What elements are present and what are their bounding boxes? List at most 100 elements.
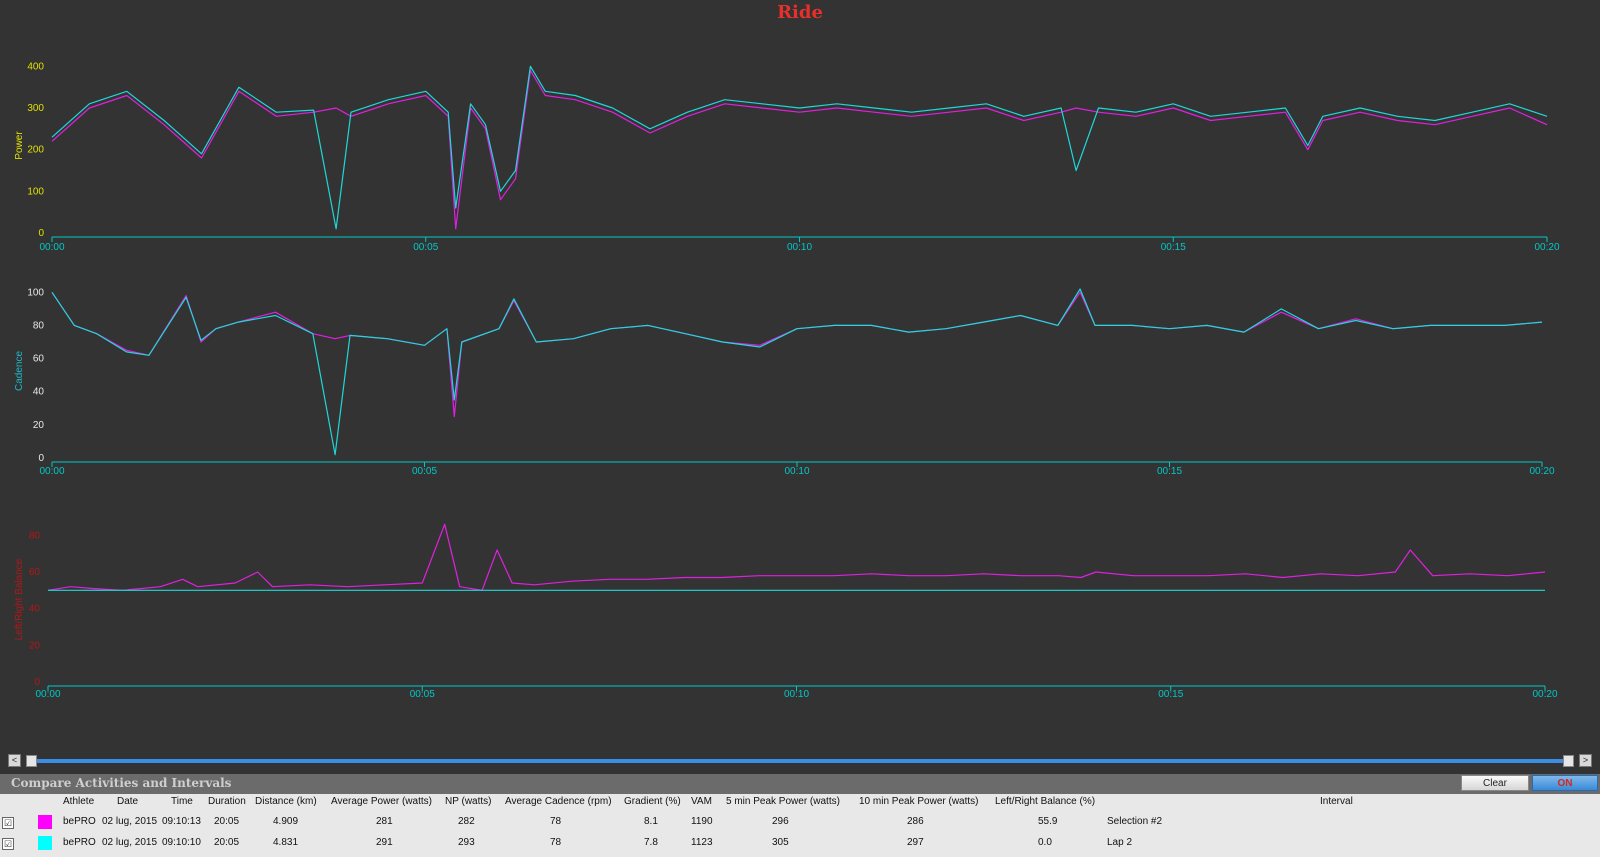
x-tick-label: 00:05 xyxy=(410,689,435,700)
x-tick-label: 00:20 xyxy=(1534,242,1559,253)
y-axis-label: Cadence xyxy=(14,351,25,391)
column-header[interactable]: NP (watts) xyxy=(445,796,492,807)
y-axis-label: Power xyxy=(14,131,25,160)
table-cell: 305 xyxy=(772,837,789,848)
table-cell: 291 xyxy=(376,837,393,848)
x-tick-label: 00:00 xyxy=(39,242,64,253)
y-tick-label: 0 xyxy=(38,228,44,239)
table-cell: 78 xyxy=(550,837,562,848)
scroll-right-button[interactable]: > xyxy=(1579,754,1592,767)
y-tick-label: 20 xyxy=(29,640,41,651)
table-cell: Selection #2 xyxy=(1107,816,1163,827)
x-tick-label: 00:15 xyxy=(1158,689,1183,700)
chart-title: Ride xyxy=(777,2,823,23)
row-checkbox[interactable]: ☑ xyxy=(2,838,14,850)
table-cell: 1190 xyxy=(691,816,713,827)
y-tick-label: 0 xyxy=(38,453,44,464)
x-tick-label: 00:20 xyxy=(1532,689,1557,700)
balance-chart: 00:00 00:05 00:10 00:15 00:20 0 20 40 60 80 Left/R… xyxy=(14,523,1558,700)
series-line-cyan xyxy=(51,288,1543,456)
column-header[interactable]: Date xyxy=(117,796,138,807)
table-cell: bePRO xyxy=(63,837,96,848)
y-tick-label: 0 xyxy=(34,677,40,688)
range-start-handle[interactable] xyxy=(26,755,37,767)
table-cell: 0.0 xyxy=(1038,837,1052,848)
x-tick-label: 00:15 xyxy=(1161,242,1186,253)
table-cell: Lap 2 xyxy=(1107,837,1133,848)
table-cell: 286 xyxy=(907,816,924,827)
column-header[interactable]: 10 min Peak Power (watts) xyxy=(859,796,979,807)
table-cell: 297 xyxy=(907,837,924,848)
range-end-handle[interactable] xyxy=(1563,755,1574,767)
column-header[interactable]: Athlete xyxy=(63,796,94,807)
column-header[interactable]: 5 min Peak Power (watts) xyxy=(726,796,840,807)
y-tick-label: 400 xyxy=(27,61,44,72)
table-cell: 296 xyxy=(772,816,789,827)
y-tick-label: 80 xyxy=(33,320,45,331)
on-toggle-button[interactable]: ON xyxy=(1532,775,1598,791)
y-tick-label: 20 xyxy=(33,420,45,431)
table-cell: 20:05 xyxy=(214,837,240,848)
series-line-magenta xyxy=(47,523,1546,591)
power-chart: 00:00 00:05 00:10 00:15 00:20 0 100 200 300 400 Po… xyxy=(14,61,1560,253)
row-color-swatch[interactable] xyxy=(38,815,52,829)
table-cell: 55.9 xyxy=(1038,816,1058,827)
row-checkbox[interactable]: ☑ xyxy=(2,817,14,829)
table-cell: 09:10:10 xyxy=(162,837,201,848)
x-tick-label: 00:10 xyxy=(787,242,812,253)
column-header[interactable]: Interval xyxy=(1320,796,1353,807)
cadence-chart: 00:00 00:05 00:10 00:15 00:20 0 20 40 60 80 100 Cad… xyxy=(14,287,1555,477)
clear-button[interactable]: Clear xyxy=(1461,775,1529,791)
table-cell: 09:10:13 xyxy=(162,816,201,827)
scroll-left-button[interactable]: < xyxy=(8,754,21,767)
table-cell: 4.909 xyxy=(273,816,299,827)
compare-panel-header: Compare Activities and Intervals Clear O… xyxy=(0,774,1600,794)
x-tick-label: 00:10 xyxy=(784,689,809,700)
x-tick-label: 00:10 xyxy=(784,466,809,477)
y-tick-label: 60 xyxy=(33,354,45,365)
table-cell: 78 xyxy=(550,816,562,827)
column-header[interactable]: Average Power (watts) xyxy=(331,796,432,807)
y-tick-label: 60 xyxy=(29,567,41,578)
table-cell: 293 xyxy=(458,837,475,848)
row-color-swatch[interactable] xyxy=(38,836,52,850)
table-cell: 1123 xyxy=(691,837,713,848)
series-line-magenta xyxy=(51,69,1548,230)
column-header[interactable]: Duration xyxy=(208,796,246,807)
series-line-magenta xyxy=(51,291,1543,418)
y-tick-label: 100 xyxy=(27,186,44,197)
compare-panel-title: Compare Activities and Intervals xyxy=(11,776,232,790)
table-cell: 20:05 xyxy=(214,816,240,827)
scroll-track[interactable] xyxy=(26,755,1574,767)
compare-panel: Compare Activities and Intervals Clear O… xyxy=(0,774,1600,857)
column-header[interactable]: Gradient (%) xyxy=(624,796,681,807)
x-tick-label: 00:20 xyxy=(1529,466,1554,477)
time-scrollbar[interactable]: < > xyxy=(8,754,1592,768)
y-tick-label: 300 xyxy=(27,103,44,114)
series-line-cyan xyxy=(51,65,1548,230)
x-tick-label: 00:00 xyxy=(35,689,60,700)
column-header[interactable]: Left/Right Balance (%) xyxy=(995,796,1095,807)
table-cell: 02 lug, 2015 xyxy=(102,837,158,848)
column-header[interactable]: Average Cadence (rpm) xyxy=(505,796,612,807)
x-tick-label: 00:00 xyxy=(39,466,64,477)
column-header[interactable]: Time xyxy=(171,796,193,807)
table-cell: 02 lug, 2015 xyxy=(102,816,158,827)
y-axis-label: Left/Right Balance xyxy=(14,558,25,640)
table-cell: 4.831 xyxy=(273,837,299,848)
y-tick-label: 200 xyxy=(27,145,44,156)
column-header[interactable]: VAM xyxy=(691,796,712,807)
table-cell: 281 xyxy=(376,816,393,827)
y-tick-label: 40 xyxy=(29,604,41,615)
table-cell: 282 xyxy=(458,816,475,827)
x-tick-label: 00:15 xyxy=(1157,466,1182,477)
y-tick-label: 40 xyxy=(33,387,45,398)
column-header[interactable]: Distance (km) xyxy=(255,796,317,807)
table-cell: bePRO xyxy=(63,816,96,827)
x-tick-label: 00:05 xyxy=(412,466,437,477)
y-tick-label: 80 xyxy=(29,530,41,541)
table-cell: 8.1 xyxy=(644,816,658,827)
x-tick-label: 00:05 xyxy=(413,242,438,253)
y-tick-label: 100 xyxy=(27,287,44,298)
table-cell: 7.8 xyxy=(644,837,658,848)
